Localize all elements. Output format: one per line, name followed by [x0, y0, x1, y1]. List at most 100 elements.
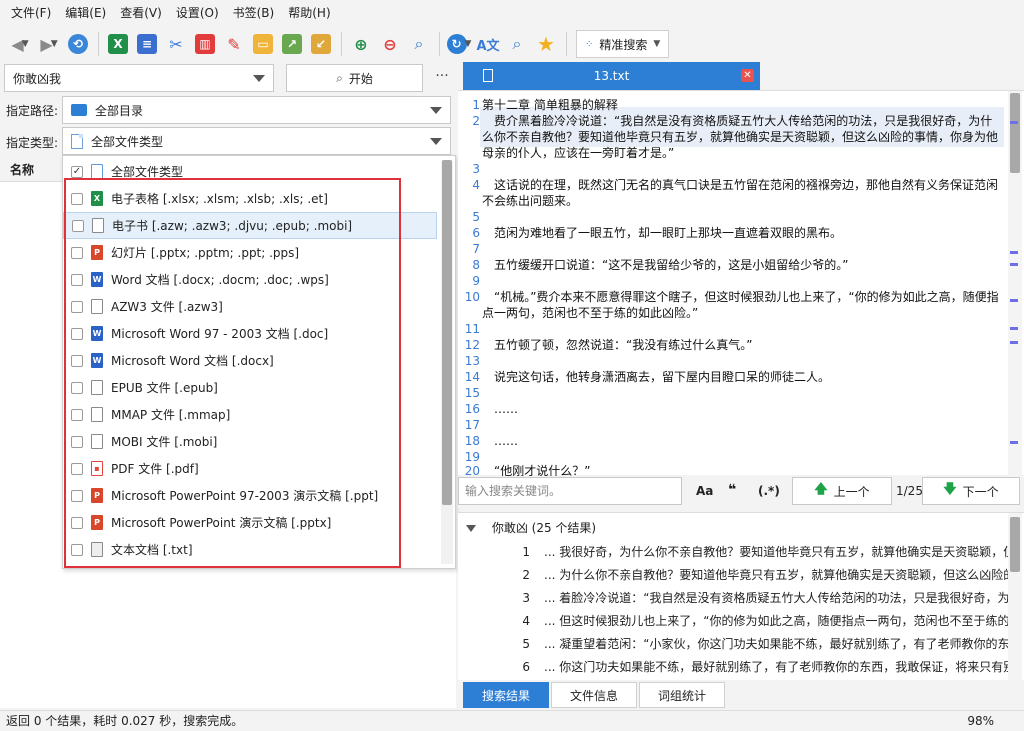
- start-search-button[interactable]: ⌕ 开始: [286, 64, 423, 92]
- checkbox[interactable]: [71, 354, 83, 367]
- star-icon: ★: [537, 32, 555, 56]
- results-group-header[interactable]: 你敢凶 (25 个结果): [466, 519, 596, 536]
- menu-bookmarks[interactable]: 书签(B): [226, 0, 282, 26]
- close-icon[interactable]: ✕: [741, 69, 754, 82]
- precise-search-dropdown[interactable]: ⁘ 精准搜索 ▼: [576, 30, 670, 58]
- find-button[interactable]: ⌕: [503, 30, 531, 58]
- doc-icon: [71, 133, 83, 149]
- checkbox[interactable]: [71, 381, 83, 394]
- result-number: 1: [522, 545, 530, 559]
- path-select[interactable]: 全部目录: [62, 96, 451, 124]
- clean-button[interactable]: ✎: [220, 30, 248, 58]
- next-match-button[interactable]: 🡇 下一个: [922, 477, 1020, 505]
- open-folder-button[interactable]: ▭: [249, 30, 277, 58]
- scrollbar-thumb[interactable]: [442, 160, 452, 505]
- result-row[interactable]: 2 ... 为什么你不亲自教他？要知道他毕竟只有五岁，就算他确实是天资聪颖，但这么…: [508, 566, 1008, 583]
- text-editor[interactable]: 1 第十二章 简单粗暴的解释 2 费介黑着脸冷冷说道：“我自然是没有资格质疑五竹大…: [458, 90, 1024, 476]
- file-type-option[interactable]: ▪ PDF 文件 [.pdf]: [63, 455, 437, 482]
- checkbox[interactable]: [71, 462, 83, 475]
- regex-toggle[interactable]: (.*): [758, 484, 780, 498]
- file-type-option[interactable]: P 幻灯片 [.pptx; .pptm; .ppt; .pps]: [63, 239, 437, 266]
- search-match-marker: [1010, 441, 1018, 444]
- back-button[interactable]: ◀ ▼: [6, 30, 34, 58]
- tab-file-info[interactable]: 文件信息: [551, 682, 638, 708]
- editor-tab[interactable]: 13.txt ✕: [463, 62, 760, 90]
- file-type-option[interactable]: W Microsoft Word 97 - 2003 文档 [.doc]: [63, 320, 437, 347]
- result-number: 3: [522, 591, 530, 605]
- file-type-option[interactable]: MMAP 文件 [.mmap]: [63, 401, 437, 428]
- history-button[interactable]: ⟲: [64, 30, 92, 58]
- search-button[interactable]: ⌕: [405, 30, 433, 58]
- file-type-option[interactable]: EPUB 文件 [.epub]: [63, 374, 437, 401]
- checkbox[interactable]: ✓: [71, 165, 83, 178]
- checkbox[interactable]: [72, 219, 84, 232]
- scrollbar-thumb[interactable]: [1010, 517, 1020, 572]
- find-input[interactable]: 输入搜索关键词。: [458, 477, 682, 505]
- dropdown-scrollbar[interactable]: [441, 160, 453, 564]
- file-type-option[interactable]: 文本文档 [.txt]: [63, 536, 437, 563]
- type-value: 全部文件类型: [91, 134, 164, 149]
- file-type-option-all[interactable]: ✓ 全部文件类型: [63, 158, 437, 185]
- result-row[interactable]: 4 ... 但这时候狠劲儿也上来了，“你的修为如此之高，随便指点一两句，范闲也不至…: [508, 612, 1008, 629]
- result-row[interactable]: 6 ... 你这门功夫如果能不练，最好就别练了，有了老师教你的东西，我敢保证，将来…: [508, 658, 1008, 675]
- file-type-option[interactable]: X 电子表格 [.xlsx; .xlsm; .xlsb; .xls; .et]: [63, 185, 437, 212]
- line-text: 五竹缓缓开口说道：“这不是我留给少爷的，这是小姐留给少爷的。”: [482, 258, 849, 272]
- editor-scrollbar[interactable]: [1008, 91, 1022, 476]
- refresh-button[interactable]: ↻ ▼: [445, 30, 473, 58]
- cut-button[interactable]: ✂: [162, 30, 190, 58]
- menu-edit[interactable]: 编辑(E): [58, 0, 113, 26]
- menu-help[interactable]: 帮助(H): [281, 0, 337, 26]
- text-file-icon: [91, 542, 103, 557]
- collapse-icon[interactable]: [466, 525, 476, 532]
- file-type-option[interactable]: P Microsoft PowerPoint 97-2003 演示文稿 [.pp…: [63, 482, 437, 509]
- zoom-out-button[interactable]: ⊖: [376, 30, 404, 58]
- file-type-option[interactable]: MOBI 文件 [.mobi]: [63, 428, 437, 455]
- results-scrollbar[interactable]: [1008, 513, 1022, 681]
- export-button[interactable]: ↗: [278, 30, 306, 58]
- import-button[interactable]: ↙: [307, 30, 335, 58]
- file-type-option[interactable]: 电子书 [.azw; .azw3; .djvu; .epub; .mobi]: [63, 212, 437, 239]
- whole-word-toggle[interactable]: ❝: [728, 482, 736, 498]
- more-options-button[interactable]: ···: [432, 64, 452, 92]
- checkbox[interactable]: [71, 246, 83, 259]
- checkbox[interactable]: [71, 408, 83, 421]
- excel-button[interactable]: X: [104, 30, 132, 58]
- match-case-toggle[interactable]: Aa: [696, 484, 713, 498]
- checkbox[interactable]: [71, 489, 83, 502]
- forward-button[interactable]: ▶ ▼: [35, 30, 63, 58]
- line-text: 第十二章 简单粗暴的解释: [482, 98, 618, 112]
- translate-button[interactable]: A文: [474, 30, 502, 58]
- delete-button[interactable]: ▥: [191, 30, 219, 58]
- file-type-option[interactable]: W Microsoft Word 文档 [.docx]: [63, 347, 437, 374]
- checkbox[interactable]: [71, 543, 83, 556]
- checkbox[interactable]: [71, 516, 83, 529]
- status-text: 返回 0 个结果，耗时 0.027 秒，搜索完成。: [6, 714, 244, 728]
- tab-phrase-stats[interactable]: 词组统计: [639, 682, 726, 708]
- checkbox[interactable]: [71, 192, 83, 205]
- result-row[interactable]: 1 ... 我很好奇，为什么你不亲自教他？要知道他毕竟只有五岁，就算他确实是天资聪…: [508, 543, 1008, 560]
- tab-search-results[interactable]: 搜索结果: [463, 682, 550, 708]
- result-row[interactable]: 3 ... 着脸冷冷说道：“我自然是没有资格质疑五竹大人传给范闲的功法，只是我很好…: [508, 589, 1008, 606]
- chevron-down-icon: [430, 107, 442, 114]
- checkbox[interactable]: [71, 435, 83, 448]
- file-type-option[interactable]: AZW3 文件 [.azw3]: [63, 293, 437, 320]
- cut-icon: ✂: [169, 34, 183, 54]
- column-header-name[interactable]: 名称: [0, 158, 62, 182]
- file-type-option[interactable]: W Word 文档 [.docx; .docm; .doc; .wps]: [63, 266, 437, 293]
- previous-match-button[interactable]: 🡅 上一个: [792, 477, 892, 505]
- menu-settings[interactable]: 设置(O): [169, 0, 226, 26]
- result-row[interactable]: 5 ... 凝重望着范闲：“小家伙，你这门功夫如果能不练，最好就别练了，有了老师教…: [508, 635, 1008, 652]
- document-button[interactable]: ≡: [133, 30, 161, 58]
- checkbox[interactable]: [71, 327, 83, 340]
- search-query-input[interactable]: 你敢凶我: [4, 64, 274, 92]
- scrollbar-thumb[interactable]: [1010, 93, 1020, 173]
- favorite-button[interactable]: ★: [532, 30, 560, 58]
- type-select[interactable]: 全部文件类型: [62, 127, 451, 155]
- checkbox[interactable]: [71, 300, 83, 313]
- file-type-option[interactable]: P Microsoft PowerPoint 演示文稿 [.pptx]: [63, 509, 437, 536]
- menu-file[interactable]: 文件(F): [4, 0, 58, 26]
- zoom-in-button[interactable]: ⊕: [347, 30, 375, 58]
- menu-view[interactable]: 查看(V): [113, 0, 169, 26]
- checkbox[interactable]: [71, 273, 83, 286]
- file-type-label: Microsoft Word 文档 [.docx]: [111, 354, 274, 368]
